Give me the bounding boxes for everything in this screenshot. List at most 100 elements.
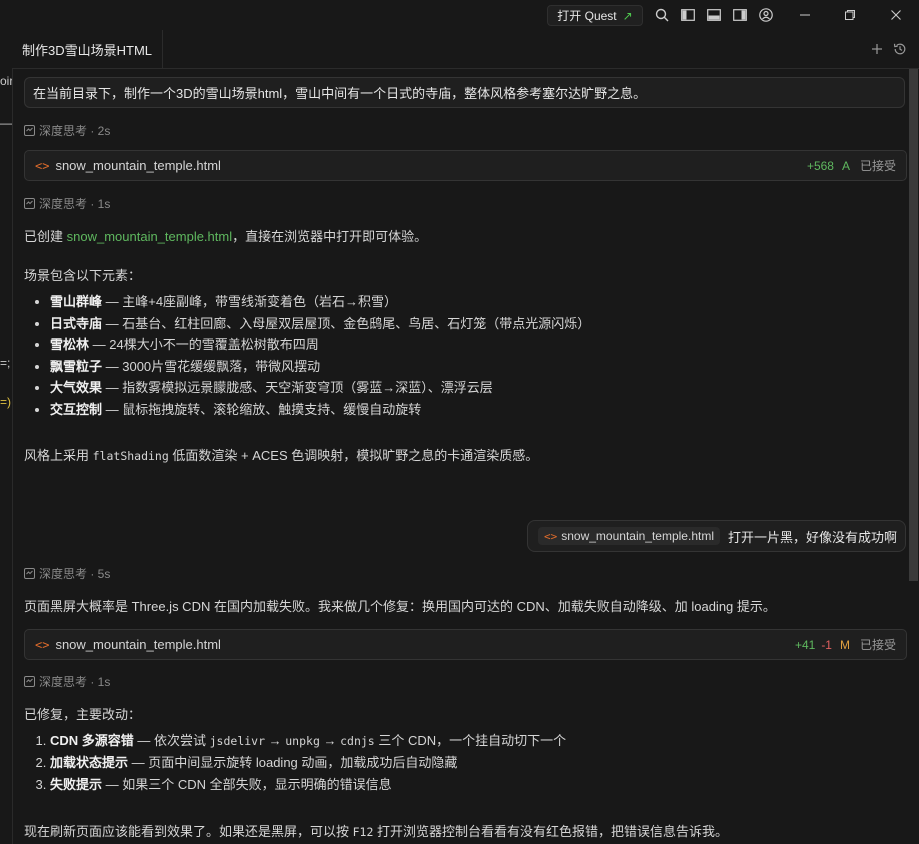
item-title: 交互控制 [50,401,103,417]
title-bar: 打开 Quest ↗ [0,0,919,30]
thinking-label: 深度思考 · 1s [39,197,111,211]
code-icon: <> [35,637,50,652]
minimize-icon[interactable] [795,6,815,24]
plus-icon[interactable] [869,41,885,57]
text: 风格上采用 [24,448,93,463]
layout-panel-icon[interactable] [706,7,722,23]
deep-thinking-toggle[interactable]: 深度思考 · 5s [24,565,110,582]
thinking-icon [24,125,35,136]
thinking-icon [24,198,35,209]
user-message-text: 在当前目录下，制作一个3D的雪山场景html，雪山中间有一个日式的寺庙，整体风格… [33,86,647,101]
deep-thinking-toggle[interactable]: 深度思考 · 1s [24,195,110,212]
text: 现在刷新页面应该能看到效果了。如果还是黑屏，可以按 [24,824,353,839]
file-change-card[interactable]: <> snow_mountain_temple.html +568 A 已接受 [24,150,907,181]
list-item: 雪松林 — 24棵大小不一的雪覆盖松树散布四周 [50,334,590,356]
chat-tab-bar: 制作3D雪山场景HTML [12,30,919,69]
fix-list: CDN 多源容错 — 依次尝试 jsdelivr → unpkg → cdnjs… [24,730,566,796]
search-icon[interactable] [654,7,670,23]
open-quest-label: 打开 Quest [557,9,617,23]
item-desc: — 24棵大小不一的雪覆盖松树散布四周 [89,337,319,352]
arrow-text: → [319,733,341,748]
followup-text: 打开一片黑，好像没有成功啊 [727,529,897,545]
lines-added: +568 [806,158,834,173]
file-link[interactable]: snow_mountain_temple.html [67,229,232,244]
file-status-badge: M [839,637,850,652]
scene-intro: 场景包含以下元素： [24,268,142,283]
thinking-icon [24,568,35,579]
thinking-label: 深度思考 · 1s [39,675,111,689]
text: 已创建 [24,229,67,244]
inline-code: jsdelivr [209,734,266,748]
item-title: 失败提示 [50,777,103,792]
inline-code: cdnjs [340,734,375,748]
history-icon[interactable] [892,41,908,57]
accepted-label: 已接受 [859,159,896,173]
file-name: snow_mountain_temple.html [55,158,221,173]
chip-file-name: snow_mountain_temple.html [561,529,714,543]
list-item: CDN 多源容错 — 依次尝试 jsdelivr → unpkg → cdnjs… [50,730,566,752]
list-item: 日式寺庙 — 石基台、红柱回廊、入母屋双层屋顶、金色鸱尾、鸟居、石灯笼（带点光源… [50,313,590,335]
file-name: snow_mountain_temple.html [55,637,221,652]
item-desc: — 页面中间显示旋转 loading 动画，加载成功后自动隐藏 [128,755,458,770]
deep-thinking-toggle[interactable]: 深度思考 · 1s [24,673,110,690]
feature-list: 雪山群峰 — 主峰+4座副峰，带雪线渐变着色（岩石→积雪） 日式寺庙 — 石基台… [24,291,590,420]
close-icon[interactable] [886,6,906,24]
thinking-label: 深度思考 · 2s [39,124,111,138]
list-item: 大气效果 — 指数雾模拟远景朦胧感、天空渐变穹顶（雾蓝→深蓝）、漂浮云层 [50,377,590,399]
open-quest-button[interactable]: 打开 Quest ↗ [547,5,643,26]
item-title: 日式寺庙 [50,315,103,331]
user-message: 在当前目录下，制作一个3D的雪山场景html，雪山中间有一个日式的寺庙，整体风格… [24,77,905,108]
user-followup-message: <> snow_mountain_temple.html 打开一片黑，好像没有成… [526,520,906,552]
lines-added: +41 [794,637,816,652]
item-desc: — 如果三个 CDN 全部失败，显示明确的错误信息 [102,777,392,792]
item-desc: — 指数雾模拟远景朦胧感、天空渐变穹顶（雾蓝→深蓝）、漂浮云层 [102,380,493,395]
deep-thinking-toggle[interactable]: 深度思考 · 2s [24,122,110,139]
item-title: 雪山群峰 [50,294,103,309]
inline-code: F12 [352,825,374,839]
list-item: 飘雪粒子 — 3000片雪花缓缓飘落，带微风摆动 [50,356,590,378]
item-desc: — 依次尝试 [133,733,210,748]
item-title: 飘雪粒子 [50,358,103,374]
accepted-label: 已接受 [859,638,896,652]
fixed-intro: 已修复，主要改动： [24,707,142,722]
file-status-badge: A [841,158,850,173]
item-desc: — 3000片雪花缓缓飘落，带微风摆动 [102,358,321,374]
item-title: 雪松林 [50,337,90,352]
account-icon[interactable] [758,7,774,23]
list-item: 失败提示 — 如果三个 CDN 全部失败，显示明确的错误信息 [50,774,566,796]
inline-code: unpkg [285,734,320,748]
text: 打开浏览器控制台看看有没有红色报错，把错误信息告诉我。 [373,824,729,839]
list-item: 交互控制 — 鼠标拖拽旋转、滚轮缩放、触摸支持、缓慢自动旋转 [50,399,590,421]
item-title: CDN 多源容错 [50,733,134,748]
layout-sidebar-right-icon[interactable] [732,7,748,23]
left-fragment: =) [0,395,12,409]
code-icon: <> [35,158,50,173]
item-title: 大气效果 [50,380,103,395]
layout-sidebar-left-icon[interactable] [680,7,696,23]
diagnosis-text: 页面黑屏大概率是 Three.js CDN 在国内加载失败。我来做几个修复：换用… [24,599,776,614]
created-message: 已创建 snow_mountain_temple.html，直接在浏览器中打开即… [24,226,427,245]
file-reference-chip[interactable]: <> snow_mountain_temple.html [537,527,720,545]
item-desc: — 石基台、红柱回廊、入母屋双层屋顶、金色鸱尾、鸟居、石灯笼（带点光源闪烁） [102,315,591,331]
text: 低面数渲染 + ACES 色调映射，模拟旷野之息的卡通渲染质感。 [168,448,539,463]
item-desc: — 主峰+4座副峰，带雪线渐变着色（岩石→积雪） [102,294,398,309]
inline-code: flatShading [92,449,169,463]
restore-icon[interactable] [840,6,860,24]
tab-title: 制作3D雪山场景HTML [22,42,153,58]
list-item: 加载状态提示 — 页面中间显示旋转 loading 动画，加载成功后自动隐藏 [50,752,566,774]
style-note: 风格上采用 flatShading 低面数渲染 + ACES 色调映射，模拟旷野… [24,445,538,464]
item-title: 加载状态提示 [50,755,129,770]
item-desc: 三个 CDN，一个挂自动切下一个 [374,733,567,748]
chat-scrollbar[interactable] [909,69,918,581]
left-fragment: — [0,116,12,130]
tab-chat-session[interactable]: 制作3D雪山场景HTML [12,30,164,68]
thinking-label: 深度思考 · 5s [39,567,111,581]
file-change-card[interactable]: <> snow_mountain_temple.html +41 -1 M 已接… [24,629,907,660]
lines-removed: -1 [821,637,832,652]
item-desc: — 鼠标拖拽旋转、滚轮缩放、触摸支持、缓慢自动旋转 [102,401,422,417]
final-message: 现在刷新页面应该能看到效果了。如果还是黑屏，可以按 F12 打开浏览器控制台看看… [24,821,728,840]
thinking-icon [24,676,35,687]
arrow-text: → [265,733,286,748]
left-fragment: =; [0,356,11,370]
code-icon: <> [543,529,558,543]
